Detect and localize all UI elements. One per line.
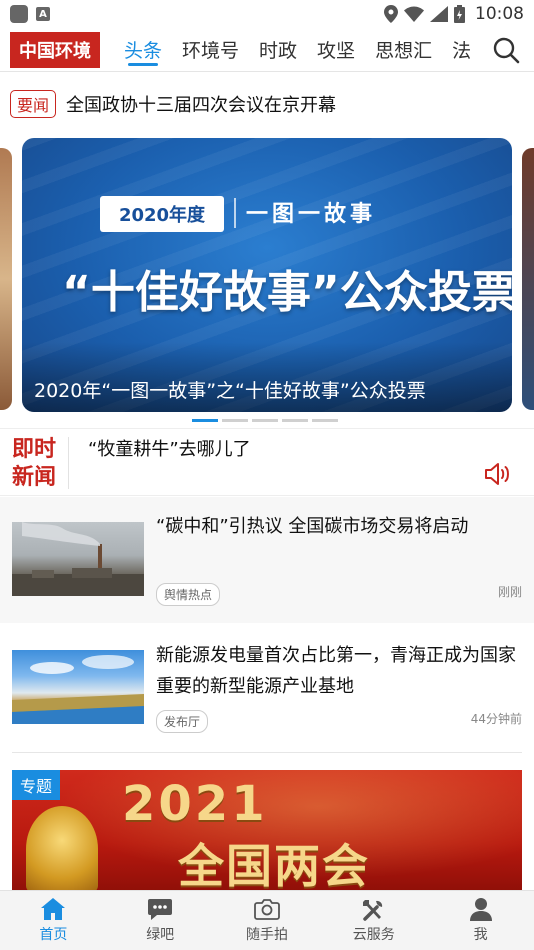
clock: 10:08 [475, 4, 524, 24]
feature-tag: 专题 [12, 770, 61, 800]
carousel-dot[interactable] [192, 419, 218, 422]
list-divider [12, 752, 522, 753]
channel-tabs: 头条 环境号 时政 攻坚 思想汇 法 [114, 28, 494, 72]
prev-slide-peek[interactable] [0, 148, 12, 410]
tab-law[interactable]: 法 [442, 28, 481, 72]
nav-me-label: 我 [473, 927, 488, 943]
news-tag[interactable]: 舆情热点 [156, 583, 221, 606]
app-logo: 中国环境 [10, 31, 100, 68]
feature-year: 2021 [122, 776, 268, 832]
news-thumbnail[interactable] [12, 522, 144, 596]
headline-tag: 要闻 [10, 90, 57, 118]
news-tag[interactable]: 发布厅 [156, 710, 209, 733]
top-headline[interactable]: 要闻 全国政协十三届四次会议在京开幕 [10, 90, 336, 118]
a-notification-icon: A [36, 7, 50, 21]
feature-banner[interactable]: 2021 全国两会 专题 [12, 770, 522, 892]
nav-green-bar[interactable]: 绿吧 [107, 891, 214, 950]
banner-carousel[interactable]: 2020年度 一图一故事 “十佳好故事”公众投票 2020年“一图一故事”之“十… [0, 138, 534, 422]
nav-snapshot[interactable]: 随手拍 [214, 891, 321, 950]
slide-caption: 2020年“一图一故事”之“十佳好故事”公众投票 [34, 380, 426, 402]
tab-politics[interactable]: 时政 [249, 28, 307, 72]
carousel-indicator [192, 419, 338, 422]
carousel-dot[interactable] [282, 419, 308, 422]
news-item[interactable]: “碳中和”引热议 全国碳市场交易将启动 舆情热点 刚刚 [0, 497, 534, 623]
banner-slide[interactable]: 2020年度 一图一故事 “十佳好故事”公众投票 2020年“一图一故事”之“十… [22, 138, 512, 412]
carousel-dot[interactable] [312, 419, 338, 422]
flash-news-text[interactable]: “牧童耕牛”去哪儿了 [88, 435, 251, 461]
nav-me[interactable]: 我 [427, 891, 534, 950]
emblem-icon [26, 806, 98, 892]
news-title[interactable]: 新能源发电量首次占比第一，青海正成为国家重要的新型能源产业基地 [156, 640, 522, 702]
battery-icon [454, 5, 465, 23]
status-bar: A 10:08 [0, 0, 534, 28]
news-thumbnail[interactable] [12, 650, 144, 724]
slide-title: “十佳好故事”公众投票 [62, 267, 512, 318]
nav-cloud-service[interactable]: 云服务 [320, 891, 427, 950]
wifi-icon [404, 6, 424, 22]
carousel-dot[interactable] [222, 419, 248, 422]
slide-year-badge: 2020年度 [100, 196, 224, 232]
tab-environment[interactable]: 环境号 [172, 28, 249, 72]
flash-divider [68, 437, 69, 489]
nav-cloud-service-label: 云服务 [352, 927, 395, 943]
tab-headlines[interactable]: 头条 [114, 28, 172, 72]
tab-thoughts[interactable]: 思想汇 [365, 28, 442, 72]
flash-news[interactable]: 即时 新闻 “牧童耕牛”去哪儿了 [0, 428, 534, 496]
search-icon[interactable] [492, 36, 520, 64]
speaker-icon[interactable] [484, 462, 512, 486]
chat-icon [148, 899, 173, 920]
nav-home[interactable]: 首页 [0, 891, 107, 950]
slide-divider [234, 198, 236, 228]
flash-news-label: 即时 新闻 [12, 436, 57, 490]
home-icon [41, 898, 66, 920]
lake-image [12, 655, 144, 724]
nav-green-bar-label: 绿吧 [146, 927, 175, 943]
factory-image [12, 522, 144, 596]
person-icon [469, 898, 492, 921]
camera-icon [254, 899, 280, 920]
top-nav: 中国环境 头条 环境号 时政 攻坚 思想汇 法 [0, 28, 534, 72]
news-time: 44分钟前 [470, 712, 522, 726]
slide-series-name: 一图一故事 [246, 201, 377, 227]
location-icon [384, 5, 398, 23]
headline-text[interactable]: 全国政协十三届四次会议在京开幕 [66, 91, 336, 117]
tools-icon [362, 900, 382, 921]
tab-tackling[interactable]: 攻坚 [307, 28, 365, 72]
carousel-dot[interactable] [252, 419, 278, 422]
next-slide-peek[interactable] [522, 148, 534, 410]
news-title[interactable]: “碳中和”引热议 全国碳市场交易将启动 [156, 511, 522, 542]
bottom-nav: 首页 绿吧 随手拍 云服务 我 [0, 890, 534, 950]
nav-snapshot-label: 随手拍 [245, 927, 288, 943]
app-notification-icon [10, 5, 28, 23]
nav-home-label: 首页 [39, 927, 68, 943]
feature-title: 全国两会 [178, 839, 370, 892]
news-item[interactable]: 新能源发电量首次占比第一，青海正成为国家重要的新型能源产业基地 发布厅 44分钟… [0, 624, 534, 752]
news-time: 刚刚 [497, 585, 522, 599]
signal-icon [430, 6, 448, 22]
